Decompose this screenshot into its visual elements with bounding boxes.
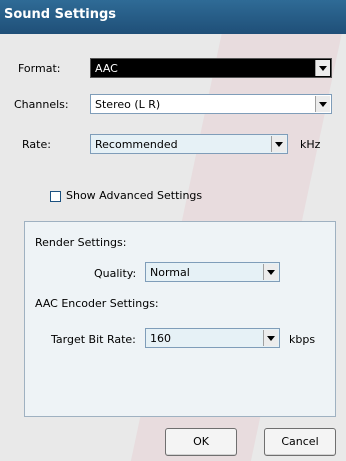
bitrate-select[interactable]: 160 — [145, 328, 280, 348]
render-settings-panel: Render Settings: Quality: Normal AAC Enc… — [24, 221, 336, 417]
window-title: Sound Settings — [4, 7, 116, 22]
format-value: AAC — [95, 62, 118, 75]
encoder-heading: AAC Encoder Settings: — [35, 297, 159, 310]
chevron-down-icon[interactable] — [271, 136, 286, 152]
chevron-down-icon[interactable] — [315, 60, 330, 76]
sound-settings-window: Sound Settings Format: AAC Channels: Ste… — [0, 0, 346, 461]
advanced-label[interactable]: Show Advanced Settings — [66, 189, 202, 202]
chevron-down-icon[interactable] — [263, 264, 278, 280]
cancel-button-label: Cancel — [281, 435, 319, 448]
rate-label: Rate: — [22, 138, 51, 151]
bitrate-value: 160 — [150, 332, 171, 345]
bitrate-label: Target Bit Rate: — [51, 333, 136, 346]
channels-label: Channels: — [14, 98, 69, 111]
ok-button-label: OK — [193, 435, 209, 448]
quality-value: Normal — [150, 266, 190, 279]
ok-button[interactable]: OK — [165, 428, 237, 456]
title-bar[interactable]: Sound Settings — [0, 0, 346, 34]
advanced-checkbox[interactable] — [50, 191, 61, 202]
rate-value: Recommended — [95, 138, 178, 151]
channels-value: Stereo (L R) — [95, 98, 161, 111]
quality-select[interactable]: Normal — [145, 262, 280, 282]
rate-unit: kHz — [300, 138, 321, 151]
cancel-button[interactable]: Cancel — [264, 428, 336, 456]
quality-label: Quality: — [94, 267, 137, 280]
rate-select[interactable]: Recommended — [90, 134, 288, 154]
render-settings-heading: Render Settings: — [35, 236, 127, 249]
format-label: Format: — [18, 62, 61, 75]
chevron-down-icon[interactable] — [263, 330, 278, 346]
channels-select[interactable]: Stereo (L R) — [90, 94, 332, 114]
chevron-down-icon[interactable] — [315, 96, 330, 112]
format-select[interactable]: AAC — [90, 58, 332, 78]
button-row: OK Cancel — [0, 424, 346, 461]
bitrate-unit: kbps — [289, 333, 316, 346]
